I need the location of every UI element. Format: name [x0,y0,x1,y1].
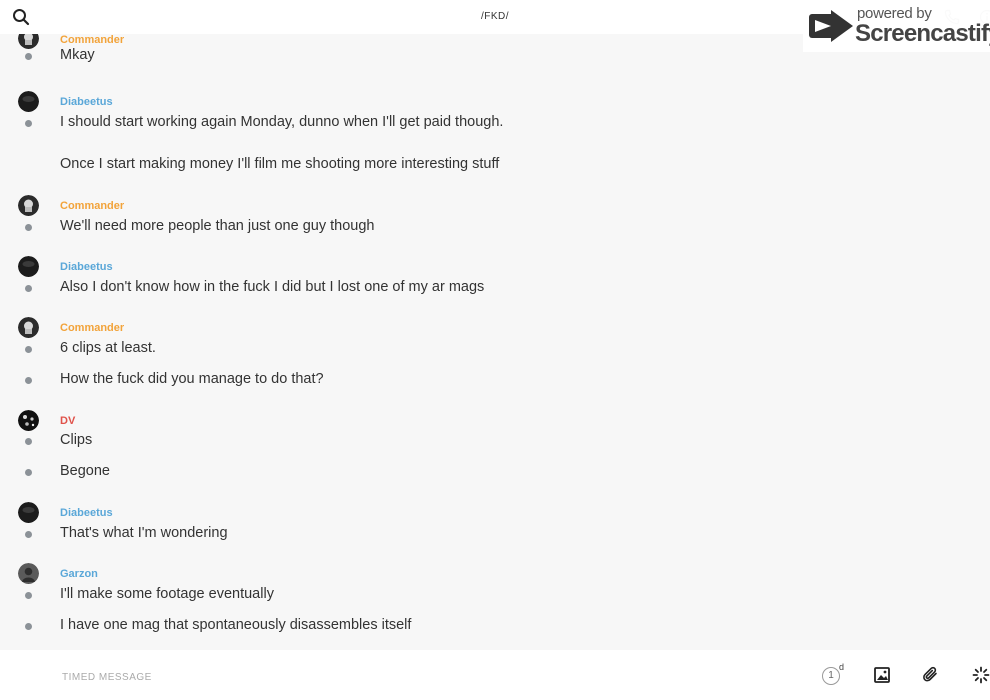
message-text: Once I start making money I'll film me s… [60,156,500,172]
timer-unit: d [839,662,845,672]
sender-name[interactable]: DV [60,415,75,427]
diabeetus-avatar-icon [18,502,39,523]
avatar[interactable] [18,34,39,49]
dv-avatar-icon [18,410,39,431]
avatar[interactable] [18,563,39,584]
paperclip-icon [923,666,937,682]
sender-name[interactable]: Diabeetus [60,507,113,519]
commander-avatar-icon [18,317,39,338]
message-status-dot [25,469,32,476]
avatar[interactable] [18,256,39,277]
message-status-dot [25,377,32,384]
message-list[interactable]: Commander Mkay Diabeetus I should start … [0,34,990,650]
more-button[interactable] [972,666,990,684]
image-icon [874,667,890,683]
message-status-dot [25,53,32,60]
sender-name[interactable]: Commander [60,34,124,46]
avatar[interactable] [18,502,39,523]
sender-name[interactable]: Commander [60,322,124,334]
sender-name[interactable]: Commander [60,200,124,212]
message-timer-button[interactable]: 1 d [822,662,846,688]
timer-value: 1 [822,667,840,685]
message-status-dot [25,592,32,599]
message-status-dot [25,623,32,630]
message-status-dot [25,120,32,127]
attach-button[interactable] [922,666,940,684]
image-button[interactable] [873,666,891,684]
message-text: Also I don't know how in the fuck I did … [60,279,485,295]
chat-window: /FKD/ powered by Screencastify Commander… [0,0,990,700]
garzon-avatar-icon [18,563,39,584]
message-text: Mkay [60,47,95,63]
message-status-dot [25,346,32,353]
commander-avatar-icon [18,195,39,216]
loading-spinner-icon [972,666,990,684]
message-status-dot [25,438,32,445]
diabeetus-avatar-icon [18,256,39,277]
diabeetus-avatar-icon [18,91,39,112]
sender-name[interactable]: Diabeetus [60,261,113,273]
commander-avatar-icon [18,34,39,49]
avatar[interactable] [18,91,39,112]
message-text: That's what I'm wondering [60,525,228,541]
message-text: I'll make some footage eventually [60,586,274,602]
message-text: I should start working again Monday, dun… [60,114,504,130]
avatar[interactable] [18,410,39,431]
message-text: Begone [60,463,110,479]
avatar[interactable] [18,317,39,338]
message-status-dot [25,285,32,292]
message-text: 6 clips at least. [60,340,156,356]
message-text: How the fuck did you manage to do that? [60,371,324,387]
message-status-dot [25,531,32,538]
avatar[interactable] [18,195,39,216]
message-status-dot [25,224,32,231]
message-text: We'll need more people than just one guy… [60,218,375,234]
message-text: Clips [60,432,93,448]
sender-name[interactable]: Garzon [60,568,98,580]
message-input[interactable] [60,667,764,687]
message-text: I have one mag that spontaneously disass… [60,617,412,633]
sender-name[interactable]: Diabeetus [60,96,113,108]
